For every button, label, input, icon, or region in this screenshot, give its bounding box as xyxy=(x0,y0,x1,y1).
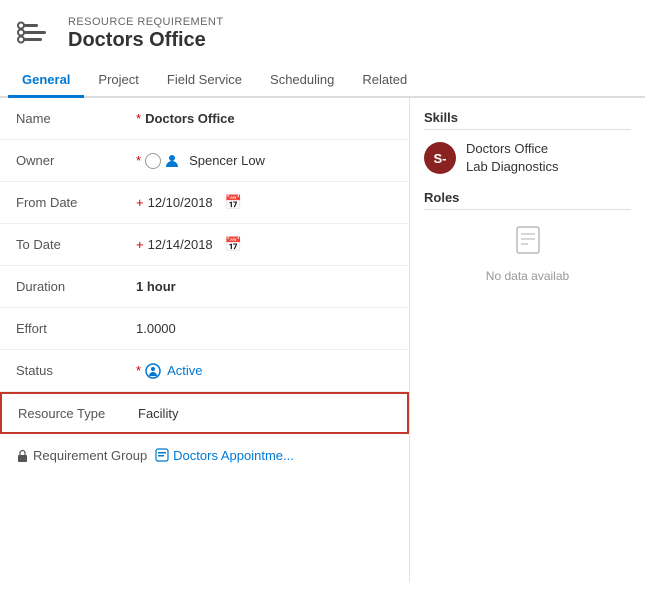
owner-label: Owner xyxy=(16,153,136,168)
from-date-value: 12/10/2018 📅 xyxy=(148,194,243,211)
page-header: RESOURCE REQUIREMENT Doctors Office xyxy=(0,0,645,64)
right-panel: Skills S- Doctors Office Lab Diagnostics… xyxy=(410,98,645,582)
main-content: Name * Doctors Office Owner * Spencer Lo… xyxy=(0,98,645,582)
status-value: Active xyxy=(145,363,202,379)
status-text: Active xyxy=(167,363,202,378)
left-panel: Name * Doctors Office Owner * Spencer Lo… xyxy=(0,98,410,582)
to-date-value: 12/14/2018 📅 xyxy=(148,236,243,253)
to-date-field-row: To Date + 12/14/2018 📅 xyxy=(0,224,409,266)
skill-name: Doctors Office Lab Diagnostics xyxy=(466,140,559,176)
skill-item: S- Doctors Office Lab Diagnostics xyxy=(424,140,631,176)
record-type-label: RESOURCE REQUIREMENT xyxy=(68,16,223,28)
status-required: * xyxy=(136,363,141,378)
effort-label: Effort xyxy=(16,321,136,336)
effort-field-row: Effort 1.0000 xyxy=(0,308,409,350)
tab-bar: General Project Field Service Scheduling… xyxy=(0,64,645,98)
status-active-icon xyxy=(145,363,161,379)
from-date-label: From Date xyxy=(16,195,136,210)
roles-section-title: Roles xyxy=(424,190,631,210)
from-date-field-row: From Date + 12/10/2018 📅 xyxy=(0,182,409,224)
owner-person-icon xyxy=(165,154,179,168)
owner-icons xyxy=(145,153,179,169)
duration-label: Duration xyxy=(16,279,136,294)
req-group-row: Requirement Group Doctors Appointme... xyxy=(0,434,409,476)
status-label: Status xyxy=(16,363,136,378)
skill-avatar: S- xyxy=(424,142,456,174)
skills-section-title: Skills xyxy=(424,110,631,130)
name-value: Doctors Office xyxy=(145,111,235,126)
owner-value: Spencer Low xyxy=(145,153,265,169)
to-date-required: + xyxy=(136,237,144,252)
to-date-calendar-icon[interactable]: 📅 xyxy=(225,236,242,253)
no-data-icon xyxy=(512,224,544,263)
name-required: * xyxy=(136,111,141,126)
owner-name[interactable]: Spencer Low xyxy=(189,153,265,168)
resource-type-label: Resource Type xyxy=(18,406,138,421)
owner-required: * xyxy=(136,153,141,168)
to-date-label: To Date xyxy=(16,237,136,252)
from-date-required: + xyxy=(136,195,144,210)
resource-type-value: Facility xyxy=(138,406,178,421)
effort-value: 1.0000 xyxy=(136,321,176,336)
req-group-icon xyxy=(155,448,169,462)
no-data-container: No data availab xyxy=(424,224,631,283)
no-data-label: No data availab xyxy=(486,269,569,283)
resource-type-field-row: Resource Type Facility xyxy=(0,392,409,434)
resource-requirement-icon xyxy=(16,14,56,54)
from-date-calendar-icon[interactable]: 📅 xyxy=(225,194,242,211)
owner-circle-icon xyxy=(145,153,161,169)
tab-scheduling[interactable]: Scheduling xyxy=(256,64,348,98)
tab-field-service[interactable]: Field Service xyxy=(153,64,256,98)
req-group-label: Requirement Group xyxy=(16,448,147,463)
req-group-value[interactable]: Doctors Appointme... xyxy=(155,448,294,463)
tab-general[interactable]: General xyxy=(8,64,84,98)
owner-field-row: Owner * Spencer Low xyxy=(0,140,409,182)
name-label: Name xyxy=(16,111,136,126)
lock-icon xyxy=(16,449,29,462)
tab-related[interactable]: Related xyxy=(348,64,421,98)
status-field-row: Status * Active xyxy=(0,350,409,392)
name-field-row: Name * Doctors Office xyxy=(0,98,409,140)
roles-section: Roles No data availab xyxy=(424,190,631,283)
duration-value: 1 hour xyxy=(136,279,176,294)
header-text: RESOURCE REQUIREMENT Doctors Office xyxy=(68,16,223,52)
record-name-label: Doctors Office xyxy=(68,28,223,52)
tab-project[interactable]: Project xyxy=(84,64,152,98)
duration-field-row: Duration 1 hour xyxy=(0,266,409,308)
